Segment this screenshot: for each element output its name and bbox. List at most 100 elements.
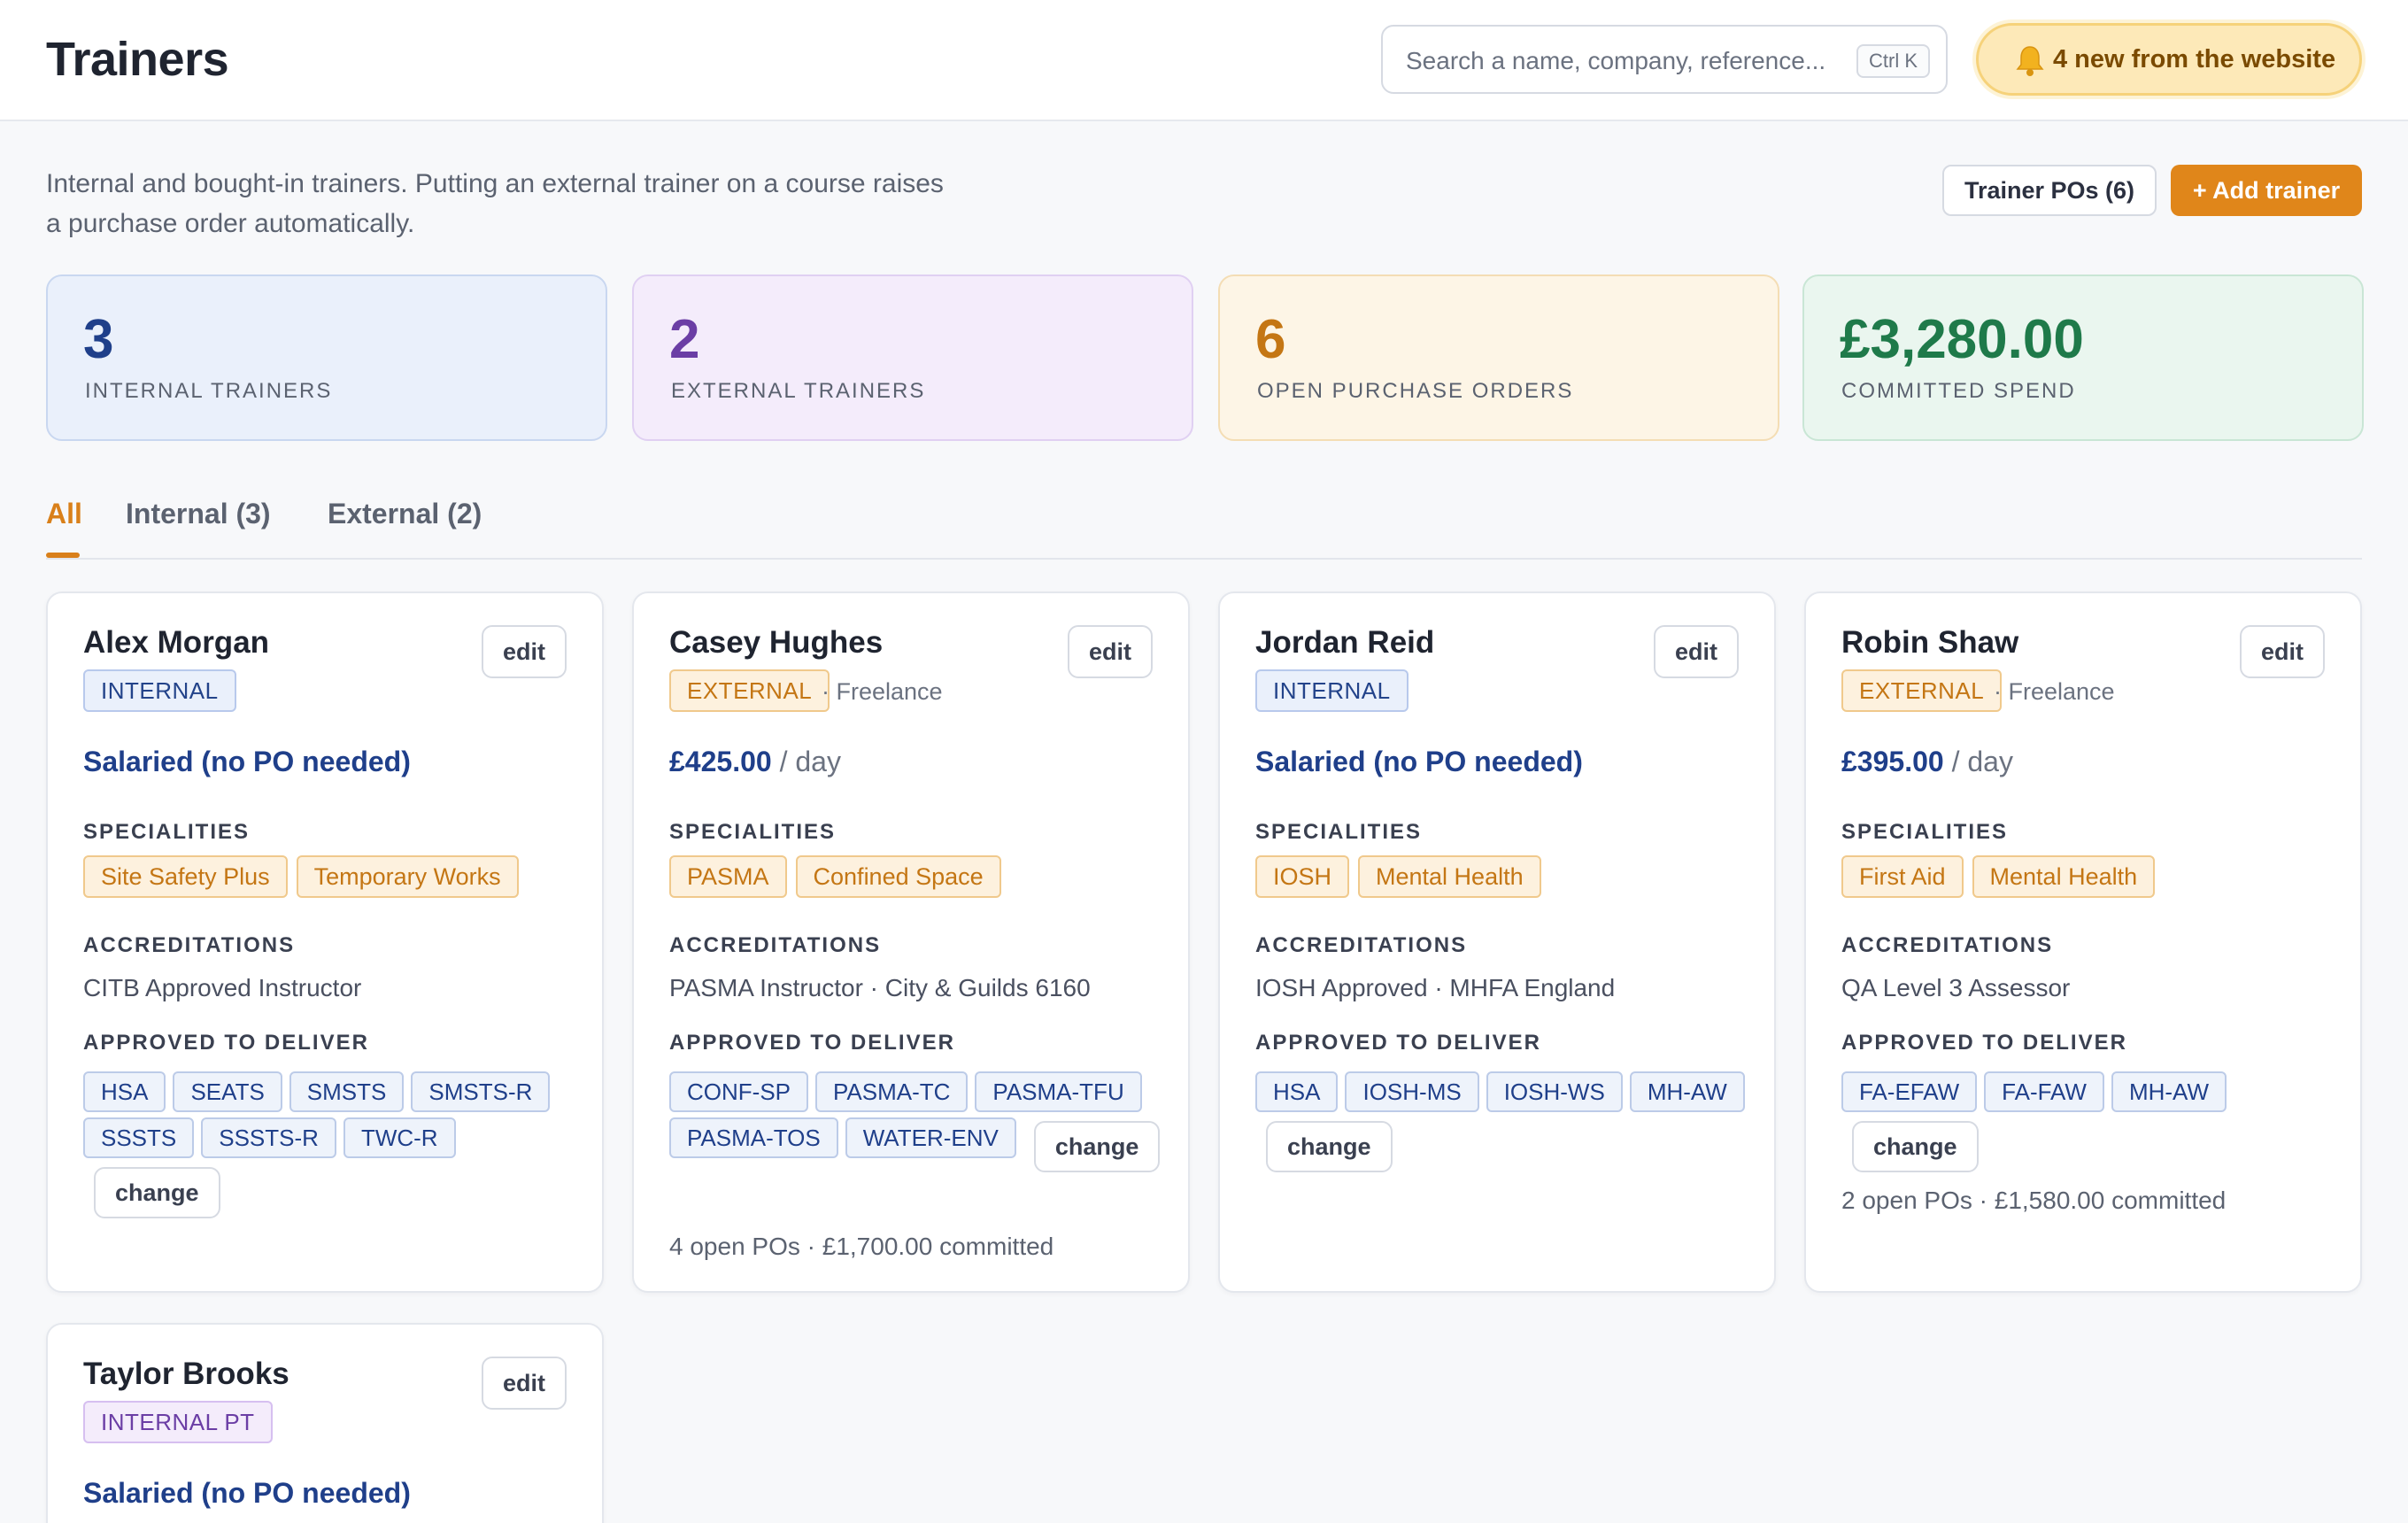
approved-to-deliver-heading: APPROVED TO DELIVER <box>1255 1031 1541 1055</box>
edit-button[interactable]: edit <box>1654 625 1739 678</box>
speciality-tag: PASMA <box>669 855 787 898</box>
stat-value: 2 <box>669 309 700 370</box>
trainer-name: Jordan Reid <box>1255 625 1435 660</box>
trainer-type-badge: INTERNAL <box>83 669 236 712</box>
tab-internal[interactable]: Internal (3) <box>126 498 271 530</box>
trainer-pos-button[interactable]: Trainer POs (6) <box>1942 165 2157 216</box>
po-summary: 4 open POs · £1,700.00 committed <box>669 1233 1054 1260</box>
trainer-type-badge: INTERNAL <box>1255 669 1409 712</box>
approved-courses-list: HSA IOSH-MS IOSH-WS MH-AW change <box>1255 1071 1751 1172</box>
trainer-rate: £425.00 / day <box>669 746 841 777</box>
notification-label: 4 new from the website <box>2053 45 2336 73</box>
course-code-tag: WATER-ENV <box>845 1117 1016 1158</box>
specialities-list: IOSH Mental Health <box>1255 855 1751 898</box>
accreditations-heading: ACCREDITATIONS <box>83 933 296 957</box>
rate-unit: / day <box>771 746 841 777</box>
change-courses-button[interactable]: change <box>94 1167 220 1218</box>
trainer-name: Alex Morgan <box>83 625 270 660</box>
trainer-rate: Salaried (no PO needed) <box>83 1477 411 1509</box>
approved-to-deliver-heading: APPROVED TO DELIVER <box>669 1031 955 1055</box>
course-code-tag: IOSH-MS <box>1345 1071 1479 1112</box>
trainer-type-badge: EXTERNAL <box>1841 669 2003 712</box>
course-code-tag: SSSTS <box>83 1117 195 1158</box>
course-code-tag: PASMA-TC <box>815 1071 969 1112</box>
accreditations-text: CITB Approved Instructor <box>83 974 362 1001</box>
approved-to-deliver-heading: APPROVED TO DELIVER <box>83 1031 369 1055</box>
course-code-tag: HSA <box>83 1071 166 1112</box>
specialities-heading: SPECIALITIES <box>1841 820 2009 844</box>
stat-value: 3 <box>83 309 114 370</box>
edit-button[interactable]: edit <box>1068 625 1153 678</box>
course-code-tag: PASMA-TFU <box>975 1071 1142 1112</box>
accreditations-text: PASMA Instructor · City & Guilds 6160 <box>669 974 1091 1001</box>
course-code-tag: FA-EFAW <box>1841 1071 1978 1112</box>
accreditations-text: QA Level 3 Assessor <box>1841 974 2071 1001</box>
approved-courses-list: CONF-SP PASMA-TC PASMA-TFU PASMA-TOS WATER-E… <box>669 1071 1165 1172</box>
speciality-tag: IOSH <box>1255 855 1350 898</box>
speciality-tag: Temporary Works <box>296 855 519 898</box>
stat-card: 6 OPEN PURCHASE ORDERS <box>1218 274 1779 441</box>
course-code-tag: MH-AW <box>1629 1071 1745 1112</box>
stat-card: 2 EXTERNAL TRAINERS <box>632 274 1193 441</box>
edit-button[interactable]: edit <box>482 1357 567 1410</box>
tab-external[interactable]: External (2) <box>328 498 482 530</box>
stat-label: OPEN PURCHASE ORDERS <box>1257 379 1574 403</box>
change-courses-button[interactable]: change <box>1852 1121 1979 1172</box>
trainer-card: Alex Morgan edit INTERNAL Salaried (no PO n… <box>46 591 604 1293</box>
trainer-name: Casey Hughes <box>669 625 884 660</box>
accreditations-heading: ACCREDITATIONS <box>669 933 882 957</box>
po-summary: 2 open POs · £1,580.00 committed <box>1841 1187 2227 1214</box>
active-tab-indicator <box>46 553 80 558</box>
course-code-tag: SSSTS-R <box>201 1117 336 1158</box>
speciality-tag: Site Safety Plus <box>83 855 288 898</box>
search-shortcut-hint: Ctrl K <box>1856 44 1930 78</box>
approved-to-deliver-heading: APPROVED TO DELIVER <box>1841 1031 2127 1055</box>
trainer-type-badge: INTERNAL PT <box>83 1401 273 1443</box>
specialities-heading: SPECIALITIES <box>669 820 837 844</box>
speciality-tag: Confined Space <box>795 855 1001 898</box>
trainer-rate: Salaried (no PO needed) <box>1255 746 1583 777</box>
specialities-list: PASMA Confined Space <box>669 855 1165 898</box>
stat-card: £3,280.00 COMMITTED SPEND <box>1802 274 2364 441</box>
edit-button[interactable]: edit <box>482 625 567 678</box>
search-input[interactable]: Search a name, company, reference... Ctr… <box>1381 25 1948 94</box>
edit-button[interactable]: edit <box>2240 625 2325 678</box>
course-code-tag: FA-FAW <box>1984 1071 2104 1112</box>
rate-unit: / day <box>1943 746 2013 777</box>
specialities-list: First Aid Mental Health <box>1841 855 2337 898</box>
approved-courses-list: FA-EFAW FA-FAW MH-AW change <box>1841 1071 2337 1172</box>
trainer-rate: £395.00 / day <box>1841 746 2013 777</box>
website-notifications-button[interactable]: 4 new from the website <box>1976 23 2362 96</box>
trainer-type-badge: EXTERNAL <box>669 669 830 712</box>
bell-icon <box>2016 46 2044 76</box>
trainer-rate: Salaried (no PO needed) <box>83 746 411 777</box>
trainer-name: Robin Shaw <box>1841 625 2019 660</box>
trainer-card: Jordan Reid edit INTERNAL Salaried (no PO n… <box>1218 591 1776 1293</box>
trainer-name: Taylor Brooks <box>83 1357 289 1391</box>
specialities-list: Site Safety Plus Temporary Works <box>83 855 579 898</box>
course-code-tag: PASMA-TOS <box>669 1117 838 1158</box>
stat-card: 3 INTERNAL TRAINERS <box>46 274 607 441</box>
specialities-heading: SPECIALITIES <box>83 820 251 844</box>
add-trainer-button[interactable]: + Add trainer <box>2171 165 2362 216</box>
course-code-tag: IOSH-WS <box>1486 1071 1623 1112</box>
course-code-tag: SEATS <box>173 1071 282 1112</box>
stat-label: INTERNAL TRAINERS <box>85 379 333 403</box>
course-code-tag: TWC-R <box>343 1117 456 1158</box>
speciality-tag: Mental Health <box>1972 855 2156 898</box>
top-bar: Trainers Search a name, company, referen… <box>0 0 2408 121</box>
trainer-card: Casey Hughes edit EXTERNAL · Freelance £425.… <box>632 591 1190 1293</box>
stat-value: 6 <box>1255 309 1286 370</box>
stat-label: EXTERNAL TRAINERS <box>671 379 926 403</box>
tab-all[interactable]: All <box>46 498 82 530</box>
course-code-tag: SMSTS <box>289 1071 405 1112</box>
tabs-divider <box>46 558 2362 560</box>
change-courses-button[interactable]: change <box>1266 1121 1393 1172</box>
change-courses-button[interactable]: change <box>1033 1121 1161 1172</box>
search-placeholder: Search a name, company, reference... <box>1406 47 1826 74</box>
stat-label: COMMITTED SPEND <box>1841 379 2076 403</box>
stat-value: £3,280.00 <box>1840 309 2084 370</box>
approved-courses-list: HSA SEATS SMSTS SMSTS-R SSSTS SSSTS-R TWC-R cha… <box>83 1071 579 1218</box>
speciality-tag: Mental Health <box>1358 855 1541 898</box>
course-code-tag: HSA <box>1255 1071 1339 1112</box>
